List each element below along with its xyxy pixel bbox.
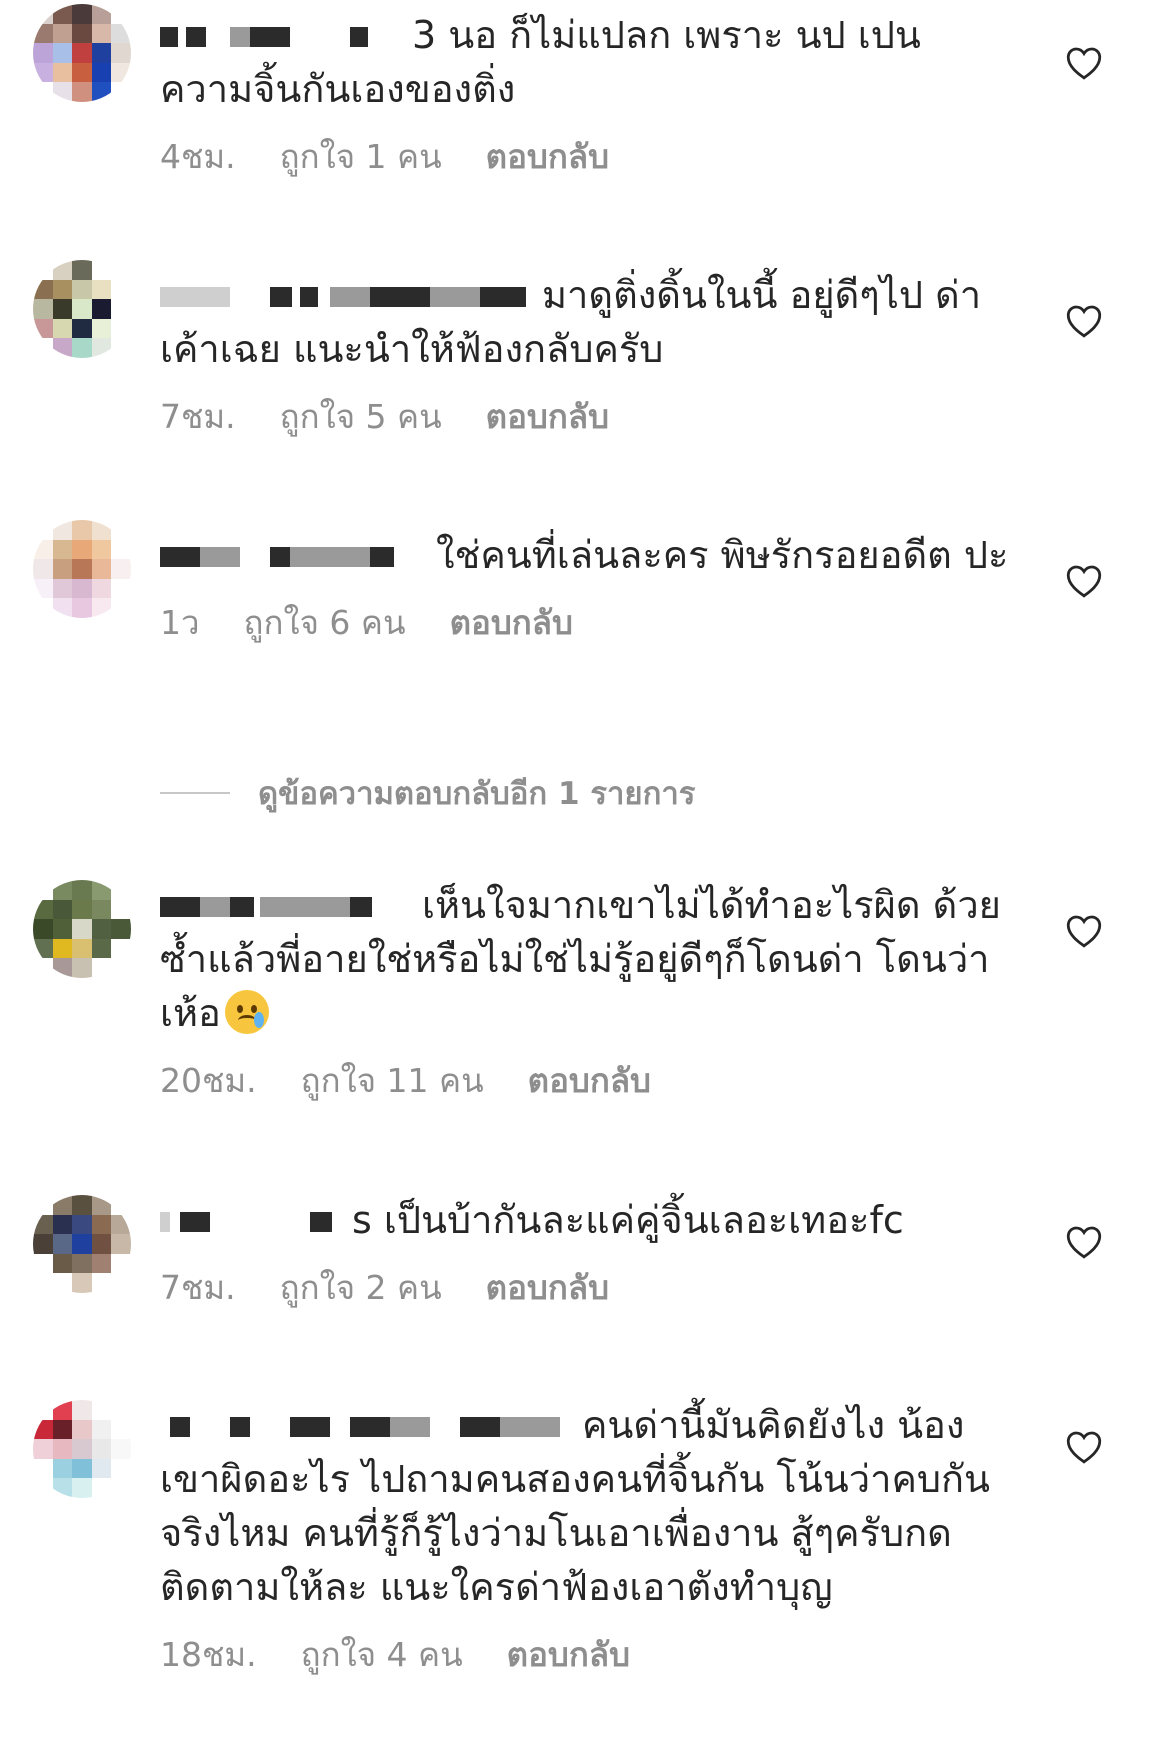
view-more-replies[interactable]: ดูข้อความตอบกลับอีก 1 รายการ	[160, 768, 695, 818]
avatar[interactable]	[33, 880, 131, 978]
divider	[160, 792, 230, 794]
username-redacted[interactable]	[160, 21, 400, 51]
comment-text: s เป็นบ้ากันละแค่คู่จิ้นเลอะเทอะfc	[160, 1193, 1020, 1247]
reply-button[interactable]: ตอบกลับ	[486, 130, 609, 183]
like-count[interactable]: ถูกใจ 5 คน	[280, 390, 442, 443]
comment-time: 18ชม.	[160, 1635, 257, 1674]
heart-outline-icon[interactable]	[1063, 910, 1105, 952]
comment-time: 7ชม.	[160, 1268, 236, 1307]
comment-text: มาดูติ่งดิ้นในนี้ อยู่ดีๆไป ด่าเค้าเฉย แ…	[160, 273, 982, 371]
avatar[interactable]	[33, 520, 131, 618]
avatar[interactable]	[33, 4, 131, 102]
reply-button[interactable]: ตอบกลับ	[450, 596, 573, 649]
comment-text: คนด่านี้มันคิดยังไง น้อง เขาผิดอะไร ไปถา…	[160, 1403, 990, 1609]
heart-outline-icon[interactable]	[1063, 1426, 1105, 1468]
heart-outline-icon[interactable]	[1063, 300, 1105, 342]
heart-outline-icon[interactable]	[1063, 1221, 1105, 1263]
username-redacted[interactable]	[160, 281, 530, 311]
like-count[interactable]: ถูกใจ 2 คน	[280, 1261, 442, 1314]
comment-time: 20ชม.	[160, 1061, 257, 1100]
like-count[interactable]: ถูกใจ 4 คน	[301, 1628, 463, 1681]
reply-button[interactable]: ตอบกลับ	[507, 1628, 630, 1681]
comment-time: 4ชม.	[160, 137, 236, 176]
reply-button[interactable]: ตอบกลับ	[486, 1261, 609, 1314]
like-count[interactable]: ถูกใจ 6 คน	[244, 596, 406, 649]
view-more-label: ดูข้อความตอบกลับอีก 1 รายการ	[258, 776, 696, 812]
username-redacted[interactable]	[160, 541, 424, 571]
comment-text: 3 นอ ก็ไม่แปลก เพราะ นป เปน ความจิ้นกันเ…	[160, 13, 921, 111]
comment-text: ใช่คนที่เล่นละคร พิษรักรอยอดีต ปะ	[160, 528, 1020, 582]
reply-button[interactable]: ตอบกลับ	[528, 1054, 651, 1107]
crying-face-emoji	[224, 990, 269, 1034]
reply-button[interactable]: ตอบกลับ	[486, 390, 609, 443]
avatar[interactable]	[33, 1400, 131, 1498]
heart-outline-icon[interactable]	[1063, 560, 1105, 602]
avatar[interactable]	[33, 260, 131, 358]
heart-outline-icon[interactable]	[1063, 42, 1105, 84]
like-count[interactable]: ถูกใจ 11 คน	[301, 1054, 484, 1107]
avatar[interactable]	[33, 1195, 131, 1293]
comment-text: เห็นใจมากเขาไม่ได้ทำอะไรผิด ด้วยซ้ำแล้วพ…	[160, 883, 1001, 1035]
username-redacted[interactable]	[160, 1411, 570, 1441]
username-redacted[interactable]	[160, 891, 410, 921]
comment-time: 1ว	[160, 603, 200, 642]
username-redacted[interactable]	[160, 1206, 340, 1236]
like-count[interactable]: ถูกใจ 1 คน	[280, 130, 442, 183]
comment-time: 7ชม.	[160, 397, 236, 436]
